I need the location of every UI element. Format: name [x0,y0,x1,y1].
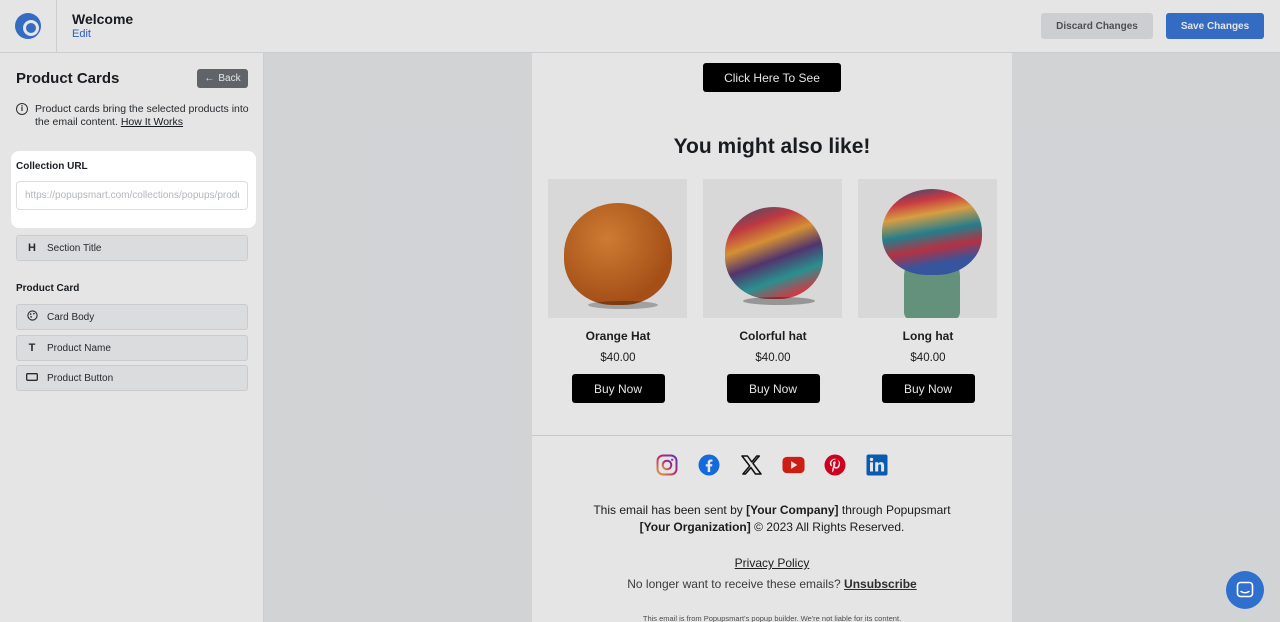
product-image-orange-hat [548,179,687,318]
facebook-icon[interactable] [698,453,721,476]
button-icon [17,372,47,384]
product-name: Colorful hat [739,329,807,343]
product-card[interactable]: Long hat $40.00 Buy Now [858,179,998,403]
product-price: $40.00 [910,352,946,364]
back-button[interactable]: ← Back [197,69,248,88]
instagram-icon[interactable] [656,453,679,476]
product-button-label: Product Button [47,372,114,384]
page-title: Welcome [72,11,134,27]
card-body-label: Card Body [47,311,95,323]
sent-suffix: through Popupsmart [841,503,951,517]
product-button-item[interactable]: Product Button [16,365,248,391]
popupsmart-logo-icon[interactable] [15,13,41,39]
pinterest-icon[interactable] [824,453,847,476]
collection-url-input[interactable] [16,181,248,210]
unsubscribe-line: No longer want to receive these emails? … [532,577,1012,591]
section-title-item[interactable]: H Section Title [16,235,248,261]
text-icon: T [28,342,36,354]
privacy-policy-link[interactable]: Privacy Policy [532,556,1012,570]
product-price: $40.00 [755,352,791,364]
product-price: $40.00 [600,352,636,364]
product-name-item[interactable]: T Product Name [16,335,248,361]
fine-print: This email is from Popupsmart's popup bu… [642,614,902,622]
back-label: Back [218,73,241,84]
panel-title: Product Cards [16,70,120,87]
sent-by-text: This email has been sent by [Your Compan… [532,502,1012,536]
product-card[interactable]: Orange Hat $40.00 Buy Now [548,179,688,403]
card-body-item[interactable]: Card Body [16,304,248,330]
company-name: [Your Company] [746,503,839,517]
how-it-works-link[interactable]: How It Works [121,116,183,128]
product-image-colorful-hat [703,179,842,318]
sidebar-panel: Product Cards ← Back i Product cards bri… [0,53,264,622]
buy-now-button[interactable]: Buy Now [571,374,665,403]
collection-url-card: Collection URL [11,151,256,228]
arrow-left-icon: ← [204,73,215,84]
section-title-label: Section Title [47,242,102,254]
product-card-group-label: Product Card [16,283,80,294]
rights-text: © 2023 All Rights Reserved. [754,520,905,534]
email-preview: Click Here To See You might also like! O… [532,53,1012,622]
unsubscribe-prefix: No longer want to receive these emails? [627,577,841,591]
edit-link[interactable]: Edit [72,28,91,40]
product-name-label: Product Name [47,342,111,354]
social-links [532,453,1012,476]
recommendations-heading: You might also like! [673,135,871,158]
discard-changes-button[interactable]: Discard Changes [1041,13,1153,39]
linkedin-icon[interactable] [866,453,889,476]
top-bar: Welcome Edit Discard Changes Save Change… [0,0,1280,53]
organization-name: [Your Organization] [639,520,751,534]
product-image-long-hat [858,179,997,318]
unsubscribe-link[interactable]: Unsubscribe [844,577,917,591]
youtube-icon[interactable] [781,453,805,476]
product-name: Orange Hat [585,329,651,343]
heading-icon: H [28,242,36,254]
chat-launcher-button[interactable] [1226,571,1264,609]
buy-now-button[interactable]: Buy Now [881,374,975,403]
info-icon: i [16,103,28,115]
collection-url-label: Collection URL [16,161,88,172]
product-card[interactable]: Colorful hat $40.00 Buy Now [703,179,843,403]
email-divider [532,435,1012,436]
buy-now-button[interactable]: Buy Now [726,374,820,403]
sent-prefix: This email has been sent by [593,503,743,517]
chat-icon [1236,581,1254,598]
cta-button[interactable]: Click Here To See [703,63,841,92]
save-changes-button[interactable]: Save Changes [1166,13,1264,39]
header-divider [56,0,57,53]
x-icon[interactable] [740,453,763,476]
product-name: Long hat [902,329,954,343]
info-text: Product cards bring the selected product… [35,103,253,129]
palette-icon [17,310,47,324]
